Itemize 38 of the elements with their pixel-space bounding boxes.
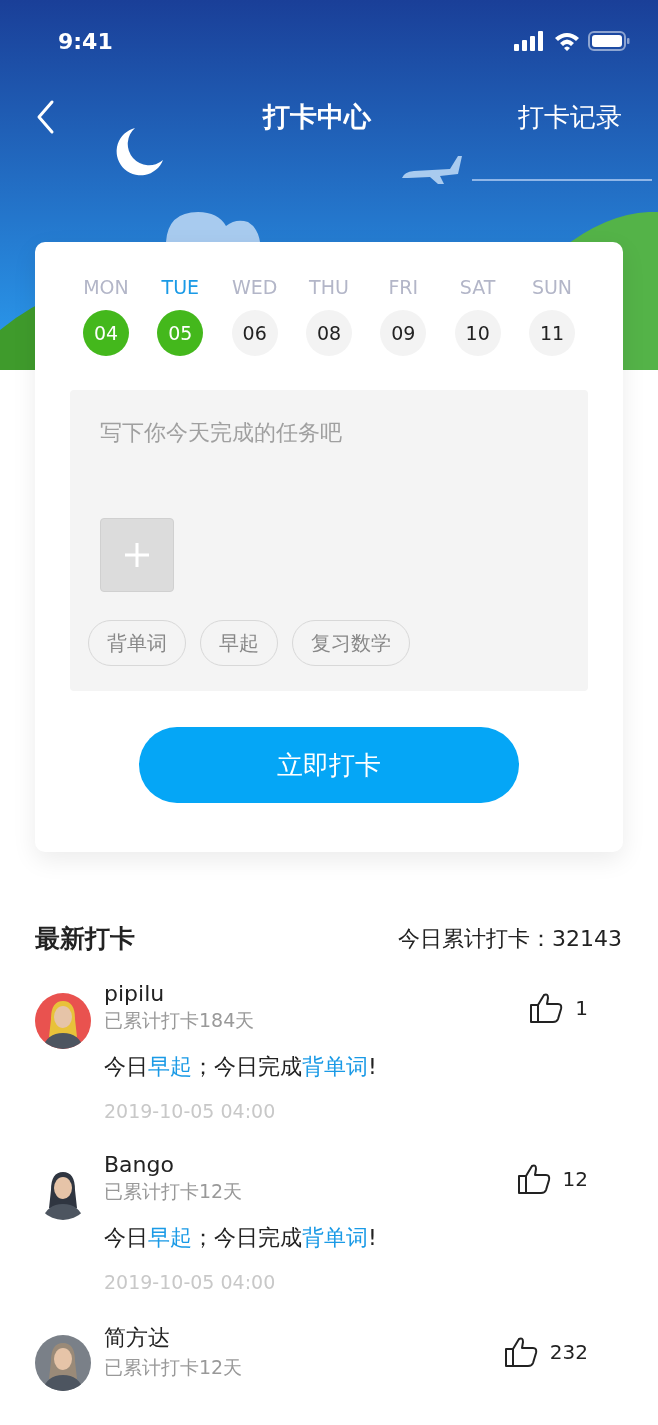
- date-circle[interactable]: 11: [528, 310, 575, 356]
- signal-icon: [514, 31, 546, 51]
- like-button[interactable]: 1: [529, 991, 588, 1024]
- weekday-label: FRI: [388, 276, 419, 298]
- date-circle[interactable]: 09: [380, 310, 427, 356]
- streak-text: 已累计打卡12天: [104, 1179, 243, 1204]
- check-in-message: 今日早起；今日完成背单词!: [104, 1224, 378, 1252]
- like-button[interactable]: 232: [503, 1336, 588, 1368]
- streak-text: 已累计打卡184天: [104, 1008, 255, 1033]
- check-in-message: 今日早起；今日完成背单词!: [104, 1053, 378, 1081]
- page-title: 打卡中心: [263, 100, 371, 134]
- user-name: 简方达: [104, 1324, 171, 1352]
- date-circle[interactable]: 10: [454, 310, 501, 356]
- streak-text: 已累计打卡12天: [104, 1355, 243, 1380]
- thumbs-up-icon: [529, 991, 564, 1024]
- records-link[interactable]: 打卡记录: [518, 99, 622, 135]
- status-time: 9:41: [58, 28, 113, 54]
- user-name: Bango: [104, 1152, 175, 1177]
- weekday-label: MON: [83, 276, 129, 298]
- weekday-label: TUE: [161, 276, 200, 298]
- weekday-label: SUN: [531, 276, 573, 298]
- section-title: 最新打卡: [35, 923, 135, 955]
- date-circle[interactable]: 08: [306, 310, 352, 356]
- like-button[interactable]: 12: [516, 1162, 588, 1195]
- total-count: 今日累计打卡：32143: [398, 924, 622, 953]
- plus-icon: [123, 541, 151, 569]
- date-circle[interactable]: 06: [231, 310, 278, 356]
- battery-icon: [588, 31, 630, 51]
- airplane-icon: [400, 156, 462, 186]
- back-button[interactable]: [36, 99, 56, 135]
- cloud-icon: [166, 210, 260, 242]
- weekday-label: THU: [309, 276, 349, 298]
- weekday-label: SAT: [459, 276, 496, 298]
- wifi-icon: [554, 31, 580, 51]
- thumbs-up-icon: [516, 1162, 551, 1195]
- thumbs-up-icon: [503, 1336, 538, 1368]
- weekday-label: WED: [231, 276, 278, 298]
- user-name: pipilu: [104, 981, 166, 1006]
